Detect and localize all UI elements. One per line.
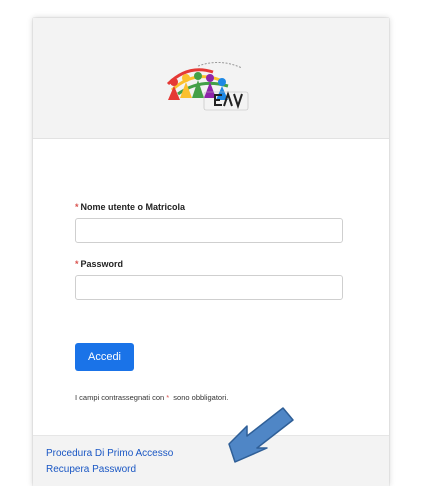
note-suffix: sono obbligatori.	[171, 393, 229, 402]
username-input[interactable]	[75, 218, 343, 243]
card-footer: Procedura Di Primo Accesso Recupera Pass…	[33, 435, 389, 486]
password-input[interactable]	[75, 275, 343, 300]
login-button[interactable]: Accedi	[75, 343, 134, 371]
note-required-marker: *	[166, 393, 170, 402]
username-label-text: Nome utente o Matricola	[80, 202, 186, 212]
required-marker: *	[75, 259, 79, 269]
recover-password-link[interactable]: Recupera Password	[46, 464, 136, 475]
card-header	[33, 18, 389, 139]
note-prefix: I campi contrassegnati con	[75, 393, 167, 402]
login-page: * Nome utente o Matricola * Password Acced…	[0, 0, 426, 486]
eav-logo	[166, 62, 249, 111]
login-card: * Nome utente o Matricola * Password Acced…	[33, 18, 389, 486]
password-label-text: Password	[80, 259, 124, 269]
arrow-pointer-icon	[228, 407, 294, 463]
username-label: * Nome utente o Matricola	[75, 202, 185, 212]
required-fields-note: I campi contrassegnati con * sono obblig…	[75, 393, 228, 402]
password-label: * Password	[75, 259, 123, 269]
required-marker: *	[75, 202, 79, 212]
first-access-link[interactable]: Procedura Di Primo Accesso	[46, 448, 173, 459]
